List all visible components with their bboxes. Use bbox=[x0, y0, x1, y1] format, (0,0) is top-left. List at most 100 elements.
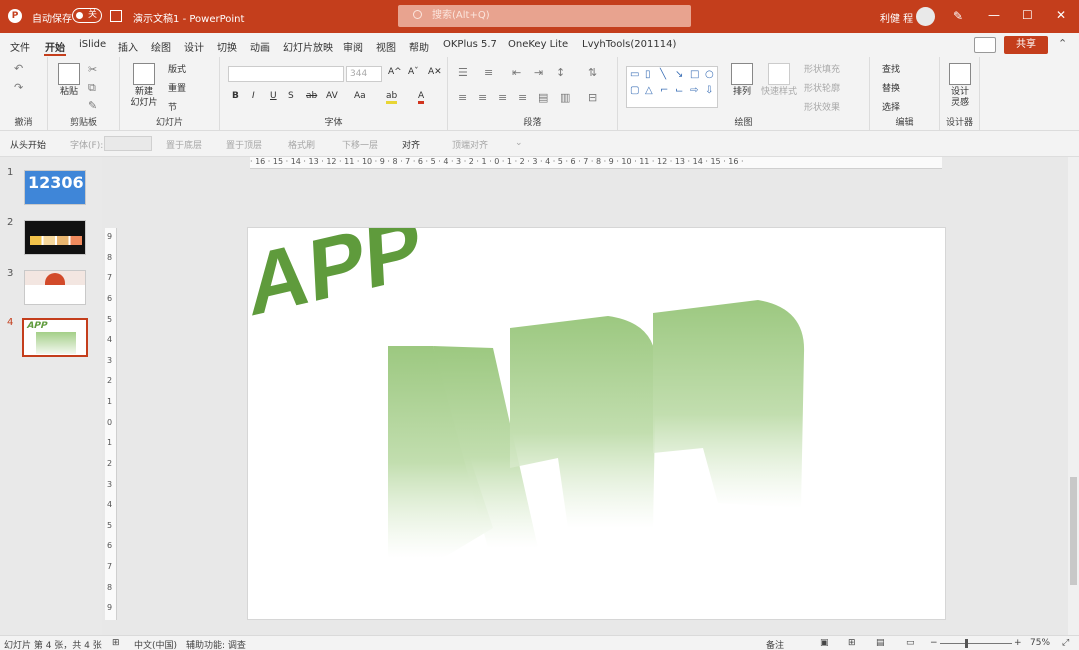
strikethrough-button[interactable]: ab bbox=[306, 91, 317, 101]
char-spacing-button[interactable]: AV bbox=[326, 91, 338, 101]
increase-indent-icon[interactable]: ⇥ bbox=[534, 66, 543, 79]
pen-icon[interactable]: ✎ bbox=[953, 9, 963, 23]
shape-fill-button[interactable]: 形状填充 bbox=[804, 62, 840, 75]
close-button[interactable]: ✕ bbox=[1056, 8, 1066, 22]
align-left-icon[interactable]: ≡ bbox=[458, 91, 467, 104]
down-arrow-shape-icon[interactable]: ⇩ bbox=[705, 85, 713, 96]
undo-icon[interactable]: ↶ bbox=[14, 62, 23, 75]
vertical-scrollbar[interactable] bbox=[1068, 157, 1079, 635]
tab-review[interactable]: 审阅 bbox=[343, 39, 363, 54]
line-shape-icon[interactable]: ╲ bbox=[660, 69, 666, 80]
maximize-button[interactable]: ☐ bbox=[1022, 8, 1033, 22]
right-arrow-shape-icon[interactable]: ⇨ bbox=[690, 85, 698, 96]
shape-outline-button[interactable]: 形状轮廓 bbox=[804, 81, 840, 94]
tab-file[interactable]: 文件 bbox=[10, 39, 30, 54]
tab-transitions[interactable]: 切换 bbox=[217, 39, 237, 54]
oval-shape-icon[interactable]: ○ bbox=[705, 69, 714, 80]
tab-design[interactable]: 设计 bbox=[184, 39, 204, 54]
shape-effects-button[interactable]: 形状效果 bbox=[804, 100, 840, 113]
paste-button[interactable]: 粘贴 bbox=[56, 63, 82, 98]
shapes-gallery[interactable]: ▭ ▯ ╲ ↘ □ ○ ▢ △ ⌐ ⌙ ⇨ ⇩ bbox=[626, 66, 718, 108]
avatar[interactable] bbox=[916, 7, 935, 26]
user-name[interactable]: 利健 程 bbox=[880, 10, 913, 25]
columns-icon[interactable]: ▥ bbox=[560, 91, 570, 104]
rounded-rect-icon[interactable]: ▢ bbox=[630, 85, 639, 96]
zoom-slider-knob[interactable] bbox=[965, 639, 968, 648]
from-start-button[interactable]: 从头开始 bbox=[10, 138, 46, 151]
vertical-textbox-icon[interactable]: ▯ bbox=[645, 69, 651, 80]
zoom-slider[interactable] bbox=[940, 643, 1012, 644]
zoom-level[interactable]: 75% bbox=[1030, 638, 1050, 648]
slide-thumb-4[interactable]: APP bbox=[22, 318, 88, 357]
reading-view-icon[interactable]: ▤ bbox=[876, 638, 885, 648]
line-spacing-icon[interactable]: ↕ bbox=[556, 66, 565, 79]
search-box[interactable]: 搜索(Alt+Q) bbox=[398, 5, 691, 27]
spellcheck-icon[interactable]: ⊞ bbox=[112, 638, 120, 648]
font-family-box[interactable] bbox=[228, 66, 344, 82]
redo-icon[interactable]: ↷ bbox=[14, 81, 23, 94]
slide-sorter-icon[interactable]: ⊞ bbox=[848, 638, 856, 648]
slide-thumb-1[interactable]: 12306 bbox=[24, 170, 86, 205]
zoom-out-button[interactable]: − bbox=[930, 638, 938, 648]
connector-icon[interactable]: ⌐ bbox=[660, 85, 668, 96]
language-indicator[interactable]: 中文(中国) bbox=[134, 638, 177, 650]
font-color-button[interactable]: A bbox=[418, 91, 425, 104]
find-button[interactable]: 查找 bbox=[882, 62, 900, 75]
decrease-indent-icon[interactable]: ⇤ bbox=[512, 66, 521, 79]
reset-button[interactable]: 重置 bbox=[168, 81, 186, 94]
slide-thumb-3[interactable] bbox=[24, 270, 86, 305]
format-painter-icon[interactable]: ✎ bbox=[88, 99, 97, 112]
clear-format-button[interactable]: A✕ bbox=[428, 67, 442, 77]
justify-icon[interactable]: ≡ bbox=[518, 91, 527, 104]
current-slide[interactable]: APP bbox=[247, 227, 946, 620]
text-direction-icon[interactable]: ⇅ bbox=[588, 66, 597, 79]
shrink-font-button[interactable]: Aˇ bbox=[408, 67, 419, 77]
change-case-button[interactable]: Aa bbox=[354, 91, 366, 101]
align-top-button[interactable]: 顶端对齐 bbox=[452, 138, 488, 151]
section-button[interactable]: 节 bbox=[168, 100, 177, 113]
scrollbar-thumb[interactable] bbox=[1070, 477, 1077, 585]
normal-view-icon[interactable]: ▣ bbox=[820, 638, 829, 648]
textbox-shape-icon[interactable]: ▭ bbox=[630, 69, 639, 80]
layout-button[interactable]: 版式 bbox=[168, 62, 186, 75]
new-slide-button[interactable]: 新建 幻灯片 bbox=[124, 63, 164, 109]
slide-thumb-2[interactable] bbox=[24, 220, 86, 255]
bold-button[interactable]: B bbox=[232, 91, 239, 101]
triangle-shape-icon[interactable]: △ bbox=[645, 85, 653, 96]
send-backward-button[interactable]: 下移一层 bbox=[342, 138, 378, 151]
font-combo[interactable] bbox=[104, 136, 152, 151]
tab-onekey[interactable]: OneKey Lite bbox=[508, 39, 568, 50]
underline-button[interactable]: U bbox=[270, 91, 277, 101]
minimize-button[interactable]: — bbox=[988, 8, 1000, 22]
arrange-button[interactable]: 排列 bbox=[728, 63, 756, 98]
tab-home[interactable]: 开始 bbox=[45, 39, 65, 54]
qat-more-icon[interactable]: ⌄ bbox=[515, 138, 523, 148]
rectangle-shape-icon[interactable]: □ bbox=[690, 69, 699, 80]
grow-font-button[interactable]: A^ bbox=[388, 67, 402, 77]
tab-slideshow[interactable]: 幻灯片放映 bbox=[283, 39, 333, 54]
tab-animations[interactable]: 动画 bbox=[250, 39, 270, 54]
align-center-icon[interactable]: ≡ bbox=[478, 91, 487, 104]
autosave-toggle[interactable]: 关 bbox=[72, 8, 102, 23]
align-right-icon[interactable]: ≡ bbox=[498, 91, 507, 104]
slideshow-icon[interactable]: ▭ bbox=[906, 638, 915, 648]
tab-insert[interactable]: 插入 bbox=[118, 39, 138, 54]
arrow-line-icon[interactable]: ↘ bbox=[675, 69, 683, 80]
italic-button[interactable]: I bbox=[252, 91, 255, 101]
replace-button[interactable]: 替换 bbox=[882, 81, 900, 94]
bring-to-front-button[interactable]: 置于顶层 bbox=[226, 138, 262, 151]
bullets-icon[interactable]: ☰ bbox=[458, 66, 468, 79]
font-size-box[interactable]: 344 bbox=[346, 66, 382, 82]
elbow-connector-icon[interactable]: ⌙ bbox=[675, 85, 683, 96]
share-button[interactable]: 共享 bbox=[1004, 36, 1048, 54]
cut-icon[interactable]: ✂ bbox=[88, 63, 97, 76]
highlight-button[interactable]: ab bbox=[386, 91, 398, 104]
tab-help[interactable]: 帮助 bbox=[409, 39, 429, 54]
tab-view[interactable]: 视图 bbox=[376, 39, 396, 54]
send-to-back-button[interactable]: 置于底层 bbox=[166, 138, 202, 151]
accessibility-status[interactable]: 辅助功能: 调查 bbox=[186, 638, 246, 650]
ribbon-display-icon[interactable]: ⌃ bbox=[1058, 37, 1067, 50]
tab-lvyhtools[interactable]: LvyhTools(201114) bbox=[582, 39, 676, 50]
distribute-icon[interactable]: ▤ bbox=[538, 91, 548, 104]
design-ideas-button[interactable]: 设计 灵感 bbox=[946, 63, 974, 109]
